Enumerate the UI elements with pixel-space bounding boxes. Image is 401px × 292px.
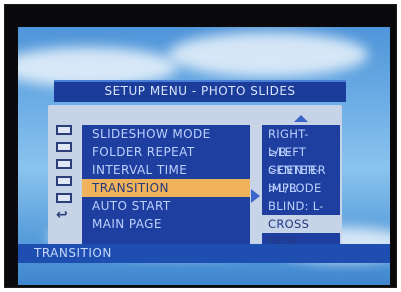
- folder-repeat-icon: [56, 142, 72, 152]
- menu-item-auto-start[interactable]: AUTO START: [82, 197, 250, 215]
- submenu-arrow-icon: [251, 189, 260, 203]
- menu-item-transition[interactable]: TRANSITION: [82, 179, 250, 197]
- transition-icon: [56, 176, 72, 186]
- option-center-lr[interactable]: CENTER->L/R: [262, 161, 340, 195]
- return-icon: ↩: [56, 207, 68, 223]
- menu-item-folder-repeat[interactable]: FOLDER REPEAT: [82, 143, 250, 161]
- option-implode[interactable]: IMPLODE: [262, 179, 340, 197]
- tv-bezel: SETUP MENU - PHOTO SLIDES ↩ SLIDESHOW MO…: [4, 4, 397, 288]
- slideshow-icon: [56, 125, 72, 135]
- menu-item-interval-time[interactable]: INTERVAL TIME: [82, 161, 250, 179]
- option-cross-fade[interactable]: CROSS FADE: [262, 215, 340, 249]
- cloud: [168, 32, 368, 77]
- menu-title: SETUP MENU - PHOTO SLIDES: [54, 80, 346, 102]
- transition-options-list: RIGHT->LEFT L/R->CENTER CENTER->L/R IMPL…: [262, 125, 340, 249]
- screen: SETUP MENU - PHOTO SLIDES ↩ SLIDESHOW MO…: [18, 27, 390, 285]
- setup-panel: ↩ SLIDESHOW MODE FOLDER REPEAT INTERVAL …: [48, 105, 342, 256]
- auto-start-icon: [56, 193, 72, 203]
- option-right-left[interactable]: RIGHT->LEFT: [262, 125, 340, 159]
- interval-icon: [56, 159, 72, 169]
- option-blind-lr[interactable]: BLIND: L->R: [262, 197, 340, 231]
- menu-icons: ↩: [56, 125, 76, 227]
- status-bar: TRANSITION: [18, 244, 390, 263]
- scroll-up-icon[interactable]: [294, 115, 308, 122]
- menu-item-main-page[interactable]: MAIN PAGE: [82, 215, 250, 233]
- menu-item-slideshow-mode[interactable]: SLIDESHOW MODE: [82, 125, 250, 143]
- setup-menu-list: SLIDESHOW MODE FOLDER REPEAT INTERVAL TI…: [82, 125, 250, 249]
